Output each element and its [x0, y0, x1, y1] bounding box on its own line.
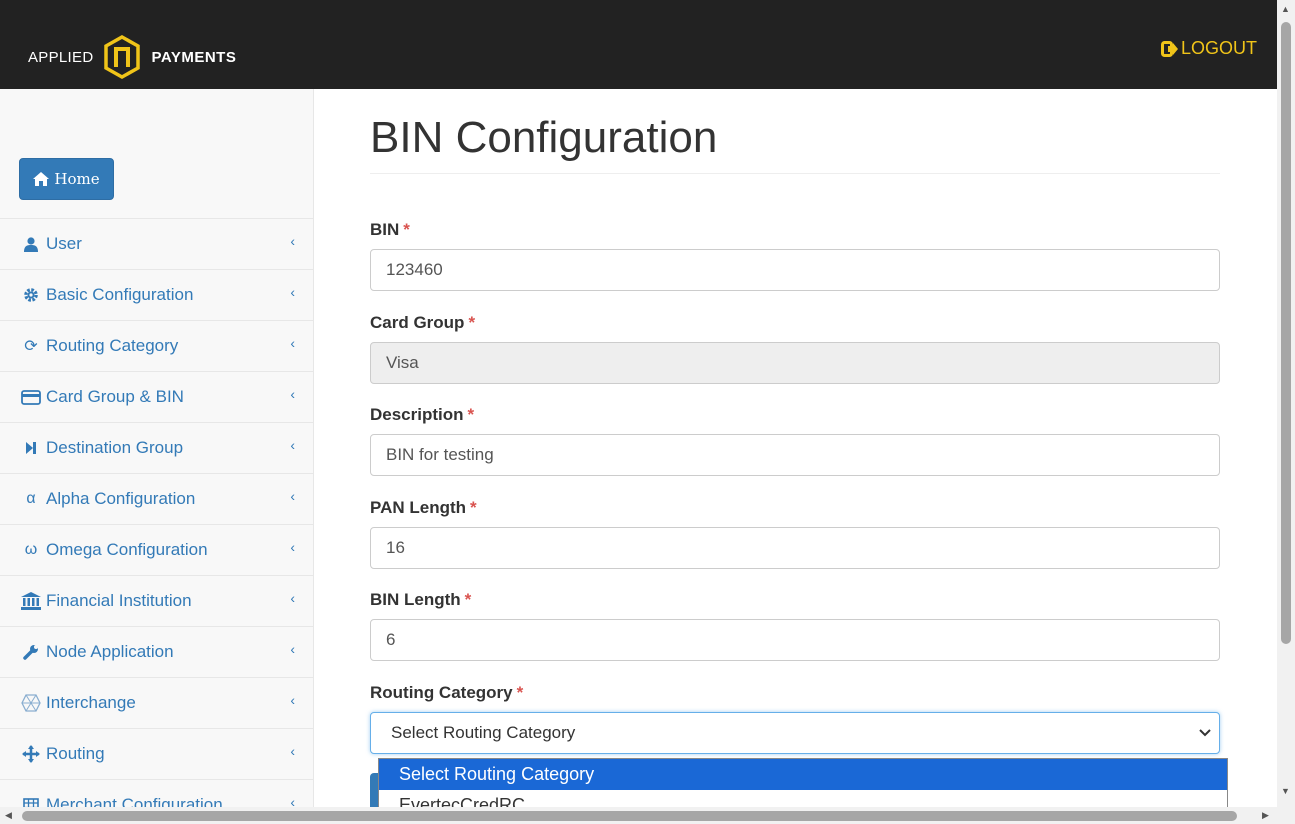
- title-divider: [370, 173, 1220, 174]
- table-icon: [20, 795, 42, 807]
- vertical-scroll-thumb[interactable]: [1281, 22, 1291, 644]
- sidebar-item-financial-institution[interactable]: Financial Institution ‹: [0, 575, 313, 626]
- sidebar-item-card-group-bin[interactable]: Card Group & BIN ‹: [0, 371, 313, 422]
- omega-icon: ω: [24, 541, 38, 558]
- sidebar-item-destination-group[interactable]: Destination Group ‹: [0, 422, 313, 473]
- bin-length-label: BIN Length *: [370, 590, 472, 609]
- wrench-icon: [20, 642, 42, 662]
- alpha-icon: α: [26, 490, 36, 507]
- bin-input[interactable]: 123460: [370, 249, 1220, 291]
- chevron-left-icon: ‹: [290, 335, 295, 351]
- description-value: BIN for testing: [386, 445, 494, 464]
- chevron-left-icon: ‹: [290, 284, 295, 300]
- chevron-left-icon: ‹: [290, 488, 295, 504]
- sidebar-item-routing-category[interactable]: ⟳ Routing Category ‹: [0, 320, 313, 371]
- scroll-right-arrow-icon[interactable]: ▶: [1262, 810, 1269, 821]
- sidebar-item-label: Routing: [46, 744, 105, 763]
- scroll-left-arrow-icon[interactable]: ◀: [5, 810, 12, 821]
- home-button[interactable]: Home: [19, 158, 114, 200]
- routing-category-select[interactable]: Select Routing Category: [370, 712, 1220, 754]
- pan-length-label: PAN Length *: [370, 498, 477, 517]
- chevron-left-icon: ‹: [290, 641, 295, 657]
- page-title: BIN Configuration: [370, 113, 718, 162]
- logo-mark-icon: [104, 35, 141, 79]
- required-mark: *: [467, 405, 475, 424]
- sidebar-item-label: Alpha Configuration: [46, 489, 196, 508]
- vertical-scrollbar[interactable]: ▲ ▼: [1277, 0, 1295, 807]
- sidebar-item-label: Basic Configuration: [46, 285, 194, 304]
- logo-text-payments: PAYMENTS: [151, 48, 237, 66]
- scroll-up-arrow-icon[interactable]: ▲: [1281, 4, 1290, 14]
- chevron-left-icon: ‹: [290, 233, 295, 249]
- sidebar-item-label: Merchant Configuration: [46, 795, 223, 807]
- chevron-left-icon: ‹: [290, 692, 295, 708]
- required-mark: *: [403, 220, 410, 239]
- chevron-left-icon: ‹: [290, 743, 295, 759]
- sidebar-item-label: Destination Group: [46, 438, 184, 457]
- description-label: Description *: [370, 405, 475, 424]
- bin-label: BIN *: [370, 220, 410, 239]
- sidebar-item-label: Interchange: [46, 693, 136, 712]
- chevron-left-icon: ‹: [290, 590, 295, 606]
- bin-length-input[interactable]: 6: [370, 619, 1220, 661]
- credit-card-icon: [20, 387, 42, 407]
- gear-icon: [20, 285, 42, 305]
- description-input[interactable]: BIN for testing: [370, 434, 1220, 476]
- card-group-value: Visa: [386, 353, 419, 372]
- sidebar-item-basic-configuration[interactable]: Basic Configuration ‹: [0, 269, 313, 320]
- logo-text-applied: APPLIED: [28, 48, 94, 66]
- chevron-down-icon: [1199, 724, 1211, 740]
- chevron-left-icon: ‹: [290, 386, 295, 402]
- required-mark: *: [464, 590, 472, 609]
- globe-icon: [20, 693, 42, 713]
- required-mark: *: [516, 683, 524, 702]
- sidebar-item-label: Omega Configuration: [46, 540, 208, 559]
- step-forward-icon: [20, 438, 42, 458]
- home-button-label: Home: [54, 170, 100, 188]
- sidebar-item-merchant-configuration[interactable]: Merchant Configuration ‹: [0, 779, 313, 807]
- sidebar: Home User ‹ Basic Configuration ‹ ⟳ Rout…: [0, 89, 314, 807]
- bank-icon: [20, 591, 42, 611]
- card-group-input: Visa: [370, 342, 1220, 384]
- user-icon: [20, 234, 42, 254]
- sidebar-item-omega-configuration[interactable]: ω Omega Configuration ‹: [0, 524, 313, 575]
- sidebar-item-interchange[interactable]: Interchange ‹: [0, 677, 313, 728]
- sidebar-item-routing[interactable]: Routing ‹: [0, 728, 313, 779]
- chevron-left-icon: ‹: [290, 437, 295, 453]
- logout-icon: [1160, 40, 1178, 57]
- bin-value: 123460: [386, 260, 443, 279]
- sidebar-item-label: Routing Category: [46, 336, 179, 355]
- routing-category-label: Routing Category *: [370, 683, 524, 702]
- sidebar-item-node-application[interactable]: Node Application ‹: [0, 626, 313, 677]
- routing-category-selected-value: Select Routing Category: [391, 723, 576, 742]
- chevron-left-icon: ‹: [290, 539, 295, 555]
- dropdown-option[interactable]: Select Routing Category: [379, 759, 1227, 790]
- main-content: BIN Configuration BIN * 123460 Card Group…: [314, 89, 1277, 807]
- required-mark: *: [470, 498, 477, 517]
- scrollbar-corner: [1277, 807, 1295, 824]
- pan-length-value: 16: [386, 538, 405, 557]
- sidebar-item-label: Node Application: [46, 642, 174, 661]
- logout-label: LOGOUT: [1180, 38, 1257, 58]
- horizontal-scrollbar[interactable]: ◀ ▶: [0, 807, 1277, 824]
- required-mark: *: [468, 313, 476, 332]
- refresh-icon: ⟳: [24, 338, 38, 355]
- pan-length-input[interactable]: 16: [370, 527, 1220, 569]
- arrows-icon: [20, 744, 42, 764]
- home-icon: [33, 172, 50, 186]
- applied-payments-logo[interactable]: APPLIED PAYMENTS: [28, 34, 236, 80]
- scroll-down-arrow-icon[interactable]: ▼: [1281, 786, 1290, 796]
- sidebar-item-user[interactable]: User ‹: [0, 218, 313, 269]
- sidebar-item-alpha-configuration[interactable]: α Alpha Configuration ‹: [0, 473, 313, 524]
- bin-length-value: 6: [386, 630, 396, 649]
- chevron-left-icon: ‹: [290, 794, 295, 807]
- sidebar-item-label: User: [46, 234, 82, 253]
- sidebar-item-label: Financial Institution: [46, 591, 192, 610]
- horizontal-scroll-thumb[interactable]: [22, 811, 1237, 821]
- sidebar-item-label: Card Group & BIN: [46, 387, 184, 406]
- top-navbar: APPLIED PAYMENTS LOGOUT: [0, 0, 1277, 89]
- logout-link[interactable]: LOGOUT: [1160, 38, 1257, 59]
- card-group-label: Card Group *: [370, 313, 476, 332]
- sidebar-menu: User ‹ Basic Configuration ‹ ⟳ Routing C…: [0, 218, 313, 807]
